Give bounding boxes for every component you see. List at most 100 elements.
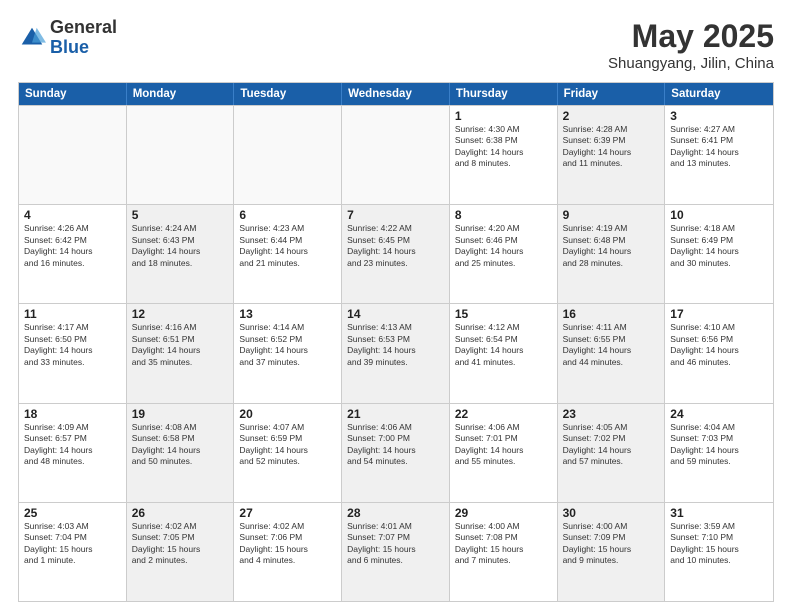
- table-row: 25Sunrise: 4:03 AM Sunset: 7:04 PM Dayli…: [19, 503, 127, 601]
- calendar-header-cell: Tuesday: [234, 83, 342, 105]
- table-row: 12Sunrise: 4:16 AM Sunset: 6:51 PM Dayli…: [127, 304, 235, 402]
- table-row: 13Sunrise: 4:14 AM Sunset: 6:52 PM Dayli…: [234, 304, 342, 402]
- day-number: 30: [563, 506, 660, 520]
- cell-text: Sunrise: 4:06 AM Sunset: 7:00 PM Dayligh…: [347, 422, 444, 468]
- logo-text: General Blue: [50, 18, 117, 58]
- day-number: 29: [455, 506, 552, 520]
- table-row: 16Sunrise: 4:11 AM Sunset: 6:55 PM Dayli…: [558, 304, 666, 402]
- calendar-row: 18Sunrise: 4:09 AM Sunset: 6:57 PM Dayli…: [19, 403, 773, 502]
- cell-text: Sunrise: 4:26 AM Sunset: 6:42 PM Dayligh…: [24, 223, 121, 269]
- day-number: 26: [132, 506, 229, 520]
- day-number: 27: [239, 506, 336, 520]
- calendar-body: 1Sunrise: 4:30 AM Sunset: 6:38 PM Daylig…: [19, 105, 773, 601]
- logo: General Blue: [18, 18, 117, 58]
- calendar-header-cell: Saturday: [665, 83, 773, 105]
- table-row: 15Sunrise: 4:12 AM Sunset: 6:54 PM Dayli…: [450, 304, 558, 402]
- calendar-header-cell: Monday: [127, 83, 235, 105]
- table-row: [127, 106, 235, 204]
- calendar-header-cell: Sunday: [19, 83, 127, 105]
- cell-text: Sunrise: 4:10 AM Sunset: 6:56 PM Dayligh…: [670, 322, 768, 368]
- day-number: 15: [455, 307, 552, 321]
- day-number: 2: [563, 109, 660, 123]
- day-number: 12: [132, 307, 229, 321]
- cell-text: Sunrise: 4:08 AM Sunset: 6:58 PM Dayligh…: [132, 422, 229, 468]
- table-row: 17Sunrise: 4:10 AM Sunset: 6:56 PM Dayli…: [665, 304, 773, 402]
- table-row: 19Sunrise: 4:08 AM Sunset: 6:58 PM Dayli…: [127, 404, 235, 502]
- cell-text: Sunrise: 4:07 AM Sunset: 6:59 PM Dayligh…: [239, 422, 336, 468]
- cell-text: Sunrise: 4:09 AM Sunset: 6:57 PM Dayligh…: [24, 422, 121, 468]
- logo-blue-text: Blue: [50, 38, 117, 58]
- table-row: 5Sunrise: 4:24 AM Sunset: 6:43 PM Daylig…: [127, 205, 235, 303]
- table-row: 28Sunrise: 4:01 AM Sunset: 7:07 PM Dayli…: [342, 503, 450, 601]
- calendar-header-cell: Friday: [558, 83, 666, 105]
- day-number: 14: [347, 307, 444, 321]
- day-number: 7: [347, 208, 444, 222]
- cell-text: Sunrise: 4:27 AM Sunset: 6:41 PM Dayligh…: [670, 124, 768, 170]
- table-row: 11Sunrise: 4:17 AM Sunset: 6:50 PM Dayli…: [19, 304, 127, 402]
- calendar-header-row: SundayMondayTuesdayWednesdayThursdayFrid…: [19, 83, 773, 105]
- title-block: May 2025 Shuangyang, Jilin, China: [608, 18, 774, 72]
- cell-text: Sunrise: 4:30 AM Sunset: 6:38 PM Dayligh…: [455, 124, 552, 170]
- calendar-row: 4Sunrise: 4:26 AM Sunset: 6:42 PM Daylig…: [19, 204, 773, 303]
- table-row: 10Sunrise: 4:18 AM Sunset: 6:49 PM Dayli…: [665, 205, 773, 303]
- table-row: [342, 106, 450, 204]
- table-row: 20Sunrise: 4:07 AM Sunset: 6:59 PM Dayli…: [234, 404, 342, 502]
- table-row: 31Sunrise: 3:59 AM Sunset: 7:10 PM Dayli…: [665, 503, 773, 601]
- cell-text: Sunrise: 4:03 AM Sunset: 7:04 PM Dayligh…: [24, 521, 121, 567]
- table-row: 3Sunrise: 4:27 AM Sunset: 6:41 PM Daylig…: [665, 106, 773, 204]
- cell-text: Sunrise: 4:00 AM Sunset: 7:09 PM Dayligh…: [563, 521, 660, 567]
- cell-text: Sunrise: 4:00 AM Sunset: 7:08 PM Dayligh…: [455, 521, 552, 567]
- header: General Blue May 2025 Shuangyang, Jilin,…: [18, 18, 774, 72]
- cell-text: Sunrise: 4:13 AM Sunset: 6:53 PM Dayligh…: [347, 322, 444, 368]
- day-number: 22: [455, 407, 552, 421]
- location: Shuangyang, Jilin, China: [608, 55, 774, 72]
- calendar-header-cell: Wednesday: [342, 83, 450, 105]
- table-row: 29Sunrise: 4:00 AM Sunset: 7:08 PM Dayli…: [450, 503, 558, 601]
- table-row: 9Sunrise: 4:19 AM Sunset: 6:48 PM Daylig…: [558, 205, 666, 303]
- table-row: 14Sunrise: 4:13 AM Sunset: 6:53 PM Dayli…: [342, 304, 450, 402]
- table-row: 7Sunrise: 4:22 AM Sunset: 6:45 PM Daylig…: [342, 205, 450, 303]
- day-number: 9: [563, 208, 660, 222]
- table-row: 22Sunrise: 4:06 AM Sunset: 7:01 PM Dayli…: [450, 404, 558, 502]
- table-row: 1Sunrise: 4:30 AM Sunset: 6:38 PM Daylig…: [450, 106, 558, 204]
- table-row: 24Sunrise: 4:04 AM Sunset: 7:03 PM Dayli…: [665, 404, 773, 502]
- day-number: 25: [24, 506, 121, 520]
- cell-text: Sunrise: 3:59 AM Sunset: 7:10 PM Dayligh…: [670, 521, 768, 567]
- day-number: 5: [132, 208, 229, 222]
- cell-text: Sunrise: 4:12 AM Sunset: 6:54 PM Dayligh…: [455, 322, 552, 368]
- cell-text: Sunrise: 4:17 AM Sunset: 6:50 PM Dayligh…: [24, 322, 121, 368]
- day-number: 8: [455, 208, 552, 222]
- day-number: 17: [670, 307, 768, 321]
- day-number: 18: [24, 407, 121, 421]
- day-number: 24: [670, 407, 768, 421]
- table-row: 26Sunrise: 4:02 AM Sunset: 7:05 PM Dayli…: [127, 503, 235, 601]
- day-number: 13: [239, 307, 336, 321]
- table-row: 6Sunrise: 4:23 AM Sunset: 6:44 PM Daylig…: [234, 205, 342, 303]
- day-number: 16: [563, 307, 660, 321]
- cell-text: Sunrise: 4:06 AM Sunset: 7:01 PM Dayligh…: [455, 422, 552, 468]
- calendar: SundayMondayTuesdayWednesdayThursdayFrid…: [18, 82, 774, 602]
- table-row: 18Sunrise: 4:09 AM Sunset: 6:57 PM Dayli…: [19, 404, 127, 502]
- cell-text: Sunrise: 4:11 AM Sunset: 6:55 PM Dayligh…: [563, 322, 660, 368]
- day-number: 21: [347, 407, 444, 421]
- table-row: 8Sunrise: 4:20 AM Sunset: 6:46 PM Daylig…: [450, 205, 558, 303]
- cell-text: Sunrise: 4:16 AM Sunset: 6:51 PM Dayligh…: [132, 322, 229, 368]
- calendar-row: 25Sunrise: 4:03 AM Sunset: 7:04 PM Dayli…: [19, 502, 773, 601]
- table-row: 30Sunrise: 4:00 AM Sunset: 7:09 PM Dayli…: [558, 503, 666, 601]
- cell-text: Sunrise: 4:19 AM Sunset: 6:48 PM Dayligh…: [563, 223, 660, 269]
- day-number: 20: [239, 407, 336, 421]
- day-number: 1: [455, 109, 552, 123]
- cell-text: Sunrise: 4:01 AM Sunset: 7:07 PM Dayligh…: [347, 521, 444, 567]
- table-row: [234, 106, 342, 204]
- table-row: 2Sunrise: 4:28 AM Sunset: 6:39 PM Daylig…: [558, 106, 666, 204]
- table-row: 4Sunrise: 4:26 AM Sunset: 6:42 PM Daylig…: [19, 205, 127, 303]
- cell-text: Sunrise: 4:28 AM Sunset: 6:39 PM Dayligh…: [563, 124, 660, 170]
- day-number: 11: [24, 307, 121, 321]
- calendar-row: 1Sunrise: 4:30 AM Sunset: 6:38 PM Daylig…: [19, 105, 773, 204]
- calendar-row: 11Sunrise: 4:17 AM Sunset: 6:50 PM Dayli…: [19, 303, 773, 402]
- calendar-header-cell: Thursday: [450, 83, 558, 105]
- day-number: 4: [24, 208, 121, 222]
- cell-text: Sunrise: 4:05 AM Sunset: 7:02 PM Dayligh…: [563, 422, 660, 468]
- cell-text: Sunrise: 4:14 AM Sunset: 6:52 PM Dayligh…: [239, 322, 336, 368]
- cell-text: Sunrise: 4:02 AM Sunset: 7:05 PM Dayligh…: [132, 521, 229, 567]
